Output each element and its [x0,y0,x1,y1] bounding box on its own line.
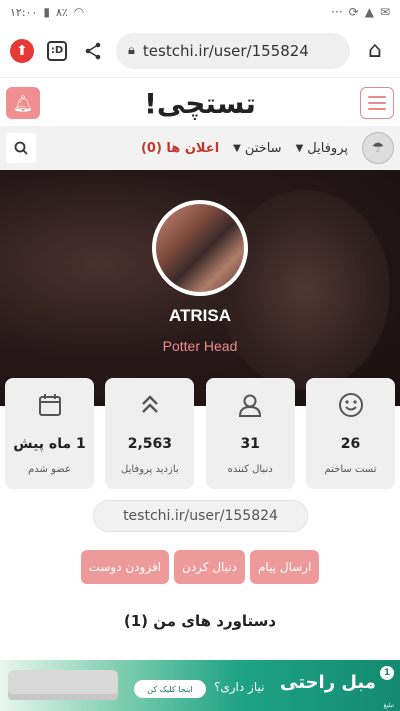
wifi-icon: ◠ [73,5,85,19]
stat-profile-views[interactable]: 2,563 بازدید پروفایل [105,378,195,489]
bell-icon: 🔔︎ [12,93,34,113]
signal-icon: ▮ [43,5,50,19]
nav-profile[interactable]: پروفایل ▼ [296,141,348,156]
search-button[interactable] [6,133,36,163]
bell-button[interactable]: 🔔︎ [6,87,40,119]
profile-username: ATRISA [168,306,231,325]
follow-button[interactable]: دنبال کردن [174,550,245,584]
sync-icon: ⟳ [348,5,359,19]
stat-value: 2,563 [127,436,172,452]
nav-build[interactable]: ساختن ▼ [233,141,281,156]
profile-url-pill[interactable]: testchi.ir/user/155824 [93,500,308,532]
warning-icon: ✉ [379,5,390,19]
profile-stats: 26 تست ساختم 31 دنبال کننده 2,563 بازدید… [0,378,400,489]
address-bar-url: testchi.ir/user/155824 [142,41,309,60]
smiley-icon [336,390,366,420]
profile-tagline: Potter Head [162,338,238,354]
sofa-image [8,670,118,700]
upload-icon[interactable]: ⬆ [10,38,34,63]
nav-items: ☂ پروفایل ▼ ساختن ▼ اعلان ها (0) [141,132,394,164]
browser-toolbar: ⬆ :D 🔒︎ testchi.ir/user/155824 ⌂ [0,24,400,78]
stat-label: بازدید پروفایل [121,464,179,475]
stat-value: 1 ماه پیش [13,436,86,452]
stat-label: عضو شدم [28,464,71,475]
nav-profile-label: پروفایل [307,140,348,156]
achievements-title: دستاورد های من (1) [123,612,277,630]
double-chevron-up-icon [135,390,165,420]
stat-label: تست ساختم [324,464,377,475]
chevron-down-icon: ▼ [233,142,241,154]
alert-icon: ▲ [364,5,374,19]
stat-value: 31 [240,436,260,452]
tabs-button[interactable]: :D [44,38,70,64]
address-bar[interactable]: 🔒︎ testchi.ir/user/155824 [116,32,350,69]
lock-icon: 🔒︎ [128,43,135,58]
status-bar-right: ··· ⟳ ▲ ✉ [331,5,390,19]
menu-line [368,102,386,104]
menu-line [368,108,386,110]
menu-button[interactable] [360,87,394,119]
nav-build-label: ساختن [244,140,282,156]
send-message-button[interactable]: ارسال پیام [250,550,320,584]
more-icon: ··· [331,5,343,19]
ad-subtitle: نیاز داری؟ [214,680,265,694]
nav-notifications[interactable]: اعلان ها (0) [141,141,219,156]
time: ۱۲:۰۰ [10,5,38,19]
battery-level: ۸٪ [55,5,68,19]
profile-actions: ارسال پیام دنبال کردن افزودن دوست [0,550,400,584]
chevron-down-icon: ▼ [295,142,304,154]
tab-count: :D [47,40,67,61]
ad-title: مبل راحتی [280,672,376,693]
menu-line [368,96,386,98]
stat-value: 26 [340,436,361,452]
nav-bar: ☂ پروفایل ▼ ساختن ▼ اعلان ها (0) [0,126,400,170]
ad-banner[interactable]: اینجا کلیک کن نیاز داری؟ مبل راحتی 1 تبل… [0,660,400,711]
search-icon [14,141,28,155]
stat-label: دنبال کننده [227,464,273,475]
share-glyph [85,42,101,59]
stat-member-since[interactable]: 1 ماه پیش عضو شدم [5,378,95,489]
home-icon[interactable]: ⌂ [360,36,390,66]
calendar-icon [35,390,65,420]
add-friend-button[interactable]: افزودن دوست [80,550,170,584]
profile-cover: ATRISA Potter Head [0,170,400,406]
ad-badge: 1 [380,666,394,680]
ad-note: تبلیغ [383,702,394,709]
user-avatar-small[interactable]: ☂ [362,132,394,164]
stat-tests-created[interactable]: 26 تست ساختم [306,378,395,489]
share-icon[interactable] [80,38,106,64]
site-logo[interactable]: تستچی! [144,87,256,120]
stat-followers[interactable]: 31 دنبال کننده [205,378,295,489]
avatar-image [156,204,244,292]
ad-cta-button[interactable]: اینجا کلیک کن [134,680,206,698]
profile-avatar[interactable] [152,200,248,296]
user-icon [235,390,265,420]
status-bar: ۱۲:۰۰ ▮ ۸٪ ◠ ··· ⟳ ▲ ✉ [0,0,400,24]
status-bar-left: ۱۲:۰۰ ▮ ۸٪ ◠ [10,5,84,19]
site-header: 🔔︎ تستچی! [0,80,400,126]
